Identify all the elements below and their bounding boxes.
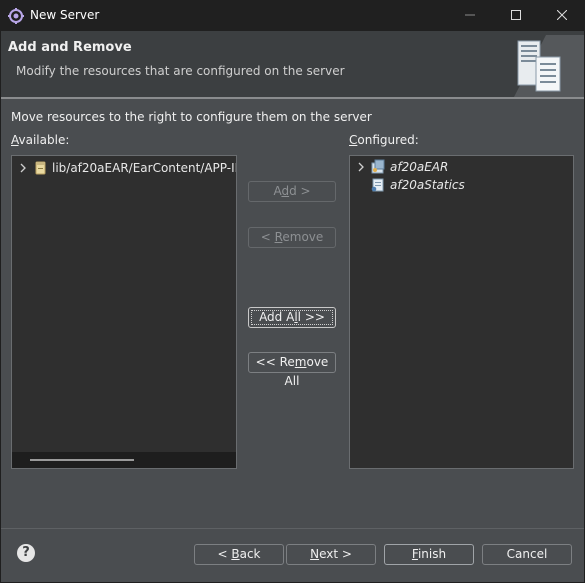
tree-item-af20aear[interactable]: af20aEAR [350, 158, 573, 176]
cancel-button[interactable]: Cancel [482, 544, 572, 565]
chevron-right-icon[interactable] [356, 161, 366, 173]
maximize-button[interactable] [493, 0, 539, 31]
available-label: Available: [11, 133, 70, 147]
tree-item-label: af20aEAR [390, 160, 449, 174]
close-button[interactable] [539, 0, 585, 31]
back-button[interactable]: < Back [194, 544, 284, 565]
jar-icon [35, 161, 46, 175]
footer-separator [1, 528, 584, 529]
wizard-header: Add and Remove Modify the resources that… [1, 31, 584, 97]
add-button[interactable]: Add > [248, 181, 336, 202]
instruction-text: Move resources to the right to configure… [11, 110, 372, 124]
finish-button[interactable]: Finish [384, 544, 474, 565]
horizontal-scrollbar[interactable] [12, 452, 236, 468]
page-description: Modify the resources that are configured… [16, 64, 345, 78]
window-title: New Server [30, 8, 100, 22]
tree-item-label: lib/af20aEAR/EarContent/APP-INF/ [52, 161, 237, 175]
minimize-icon [465, 14, 475, 16]
tree-item-lib-jar[interactable]: lib/af20aEAR/EarContent/APP-INF/ [12, 159, 236, 177]
configured-label: Configured: [349, 133, 419, 147]
add-all-button[interactable]: Add All >> [248, 307, 336, 328]
configured-tree[interactable]: af20aEAR af20aStatics [349, 155, 574, 469]
page-title: Add and Remove [8, 40, 132, 55]
ear-project-icon [371, 159, 385, 174]
title-bar: New Server [0, 0, 585, 31]
help-button[interactable]: ? [17, 544, 35, 562]
tree-item-label: af20aStatics [390, 178, 465, 192]
header-separator [1, 97, 584, 99]
available-tree[interactable]: lib/af20aEAR/EarContent/APP-INF/ [11, 155, 237, 469]
static-web-project-icon [371, 178, 384, 192]
tree-item-af20astatics[interactable]: af20aStatics [350, 176, 573, 194]
wizard-dialog: Add and Remove Modify the resources that… [1, 31, 584, 582]
help-icon: ? [22, 545, 30, 560]
maximize-icon [511, 10, 521, 20]
minimize-button[interactable] [447, 0, 493, 31]
next-button[interactable]: Next > [286, 544, 376, 565]
chevron-right-icon[interactable] [18, 162, 28, 174]
eclipse-gear-icon [8, 8, 24, 24]
remove-button[interactable]: < Remove [248, 227, 336, 248]
scrollbar-thumb[interactable] [30, 459, 134, 461]
remove-all-button[interactable]: << Remove All [248, 352, 336, 388]
close-icon [557, 10, 567, 20]
server-icon [514, 35, 584, 97]
